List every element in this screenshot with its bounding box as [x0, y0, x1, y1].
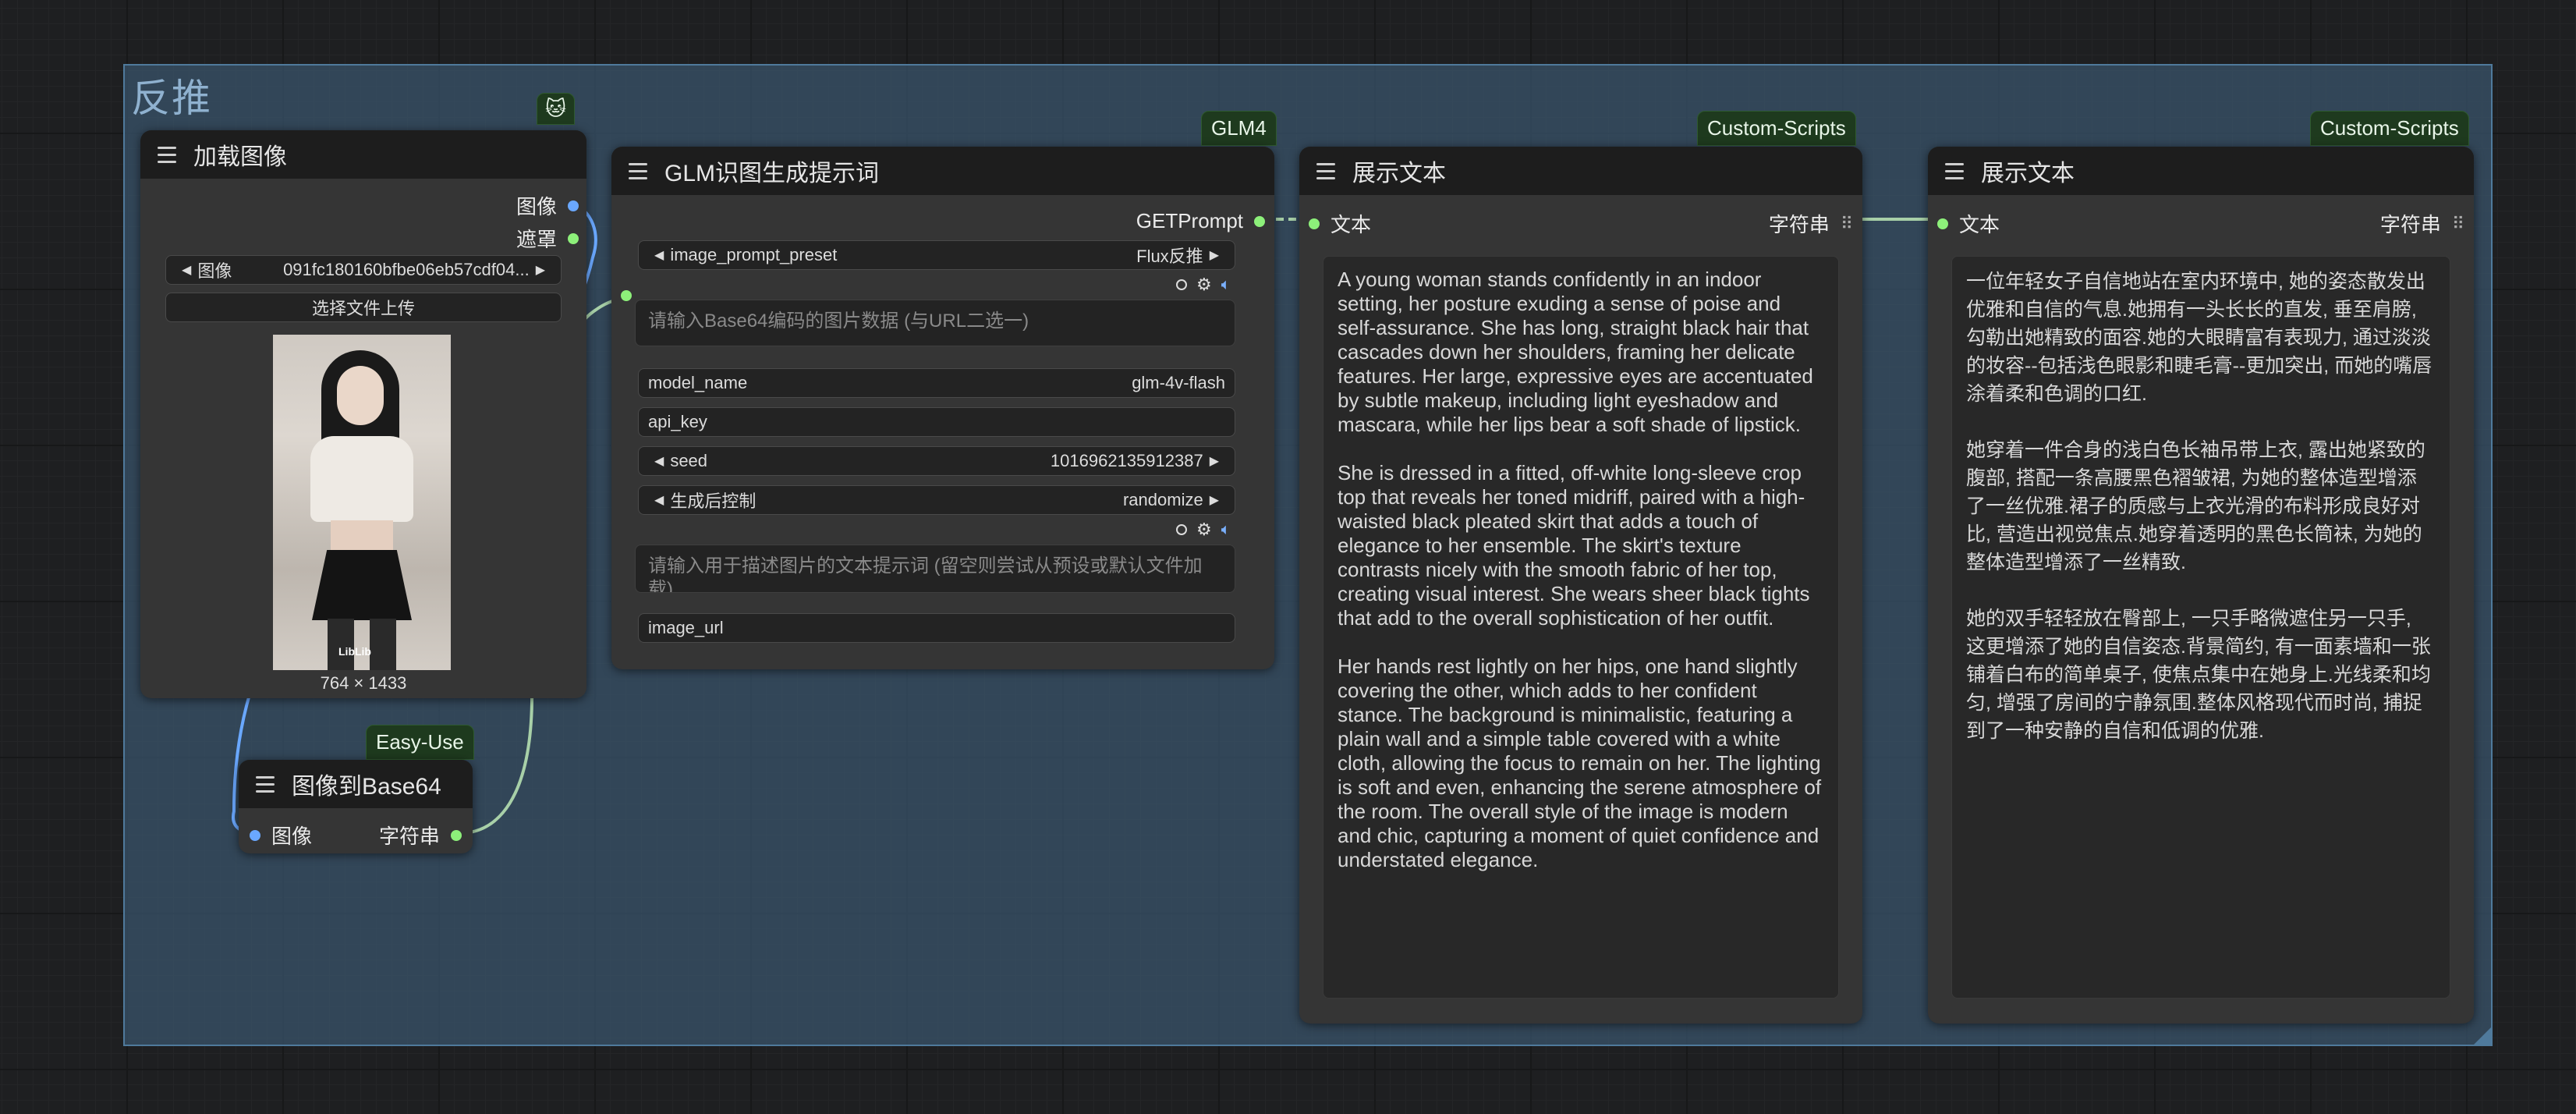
node-badge: Easy-Use [366, 725, 474, 760]
control-after-generate-widget[interactable]: ◀ 生成后控制 randomize ▶ [638, 485, 1235, 515]
circle-icon[interactable] [1176, 524, 1187, 535]
node-header[interactable]: 展示文本 [1299, 147, 1862, 195]
preset-label: image_prompt_preset [670, 245, 838, 264]
node-title: 展示文本 [1352, 161, 1446, 186]
node-badge: GLM4 [1201, 111, 1277, 146]
gear-icon[interactable]: ⚙ [1196, 276, 1212, 293]
menu-icon[interactable] [158, 146, 176, 163]
speaker-icon[interactable]: 🔈︎ [1221, 522, 1231, 537]
grid-handle-icon[interactable]: ⠿ [1841, 214, 1853, 234]
input-image-label: 图像 [271, 825, 313, 848]
display-textarea[interactable]: A young woman stands confidently in an i… [1323, 256, 1839, 999]
base64-textarea[interactable]: 请输入Base64编码的图片数据 (与URL二选一) [635, 300, 1235, 346]
input-image[interactable]: 图像 [250, 821, 312, 850]
output-mask-label: 遮罩 [516, 228, 557, 251]
node-header[interactable]: GLM识图生成提示词 [611, 147, 1274, 195]
image-size-caption: 764 × 1433 [320, 673, 407, 693]
node-badge-icon: 🐱 [537, 93, 576, 125]
node-badge: Custom-Scripts [2310, 111, 2469, 146]
decrement-arrow-icon[interactable]: ◀ [182, 262, 191, 278]
preset-select-widget[interactable]: ◀ image_prompt_preset Flux反推 ▶ [638, 240, 1235, 270]
model-name-value: glm-4v-flash [1132, 373, 1225, 392]
node-badge: Custom-Scripts [1697, 111, 1856, 146]
input-text[interactable]: 文本 [1937, 209, 2000, 238]
menu-icon[interactable] [1316, 162, 1335, 179]
node-header[interactable]: 图像到Base64 [239, 760, 473, 808]
gear-icon[interactable]: ⚙ [1196, 521, 1212, 538]
node-title: 加载图像 [193, 144, 287, 170]
node-header[interactable]: 展示文本 [1928, 147, 2474, 195]
input-text-label: 文本 [1959, 213, 2000, 236]
decrement-arrow-icon[interactable]: ◀ [654, 492, 664, 508]
upload-button[interactable]: 选择文件上传 [165, 293, 562, 322]
node-header[interactable]: 加载图像 [140, 130, 586, 179]
preset-value: Flux反推 [1136, 247, 1203, 266]
increment-arrow-icon[interactable]: ▶ [1210, 247, 1219, 263]
group-title[interactable]: 反推 [131, 67, 212, 123]
show-text-zh-node[interactable]: 展示文本 文本 字符串 ⠿ 一位年轻女子自信地站在室内环境中, 她的姿态散发出优… [1928, 147, 2474, 1024]
output-string[interactable]: 字符串 ⠿ [2380, 209, 2464, 238]
input-text-dot[interactable] [1937, 218, 1948, 229]
speaker-icon[interactable]: 🔈︎ [1221, 277, 1231, 293]
menu-icon[interactable] [629, 162, 647, 179]
image-select-widget[interactable]: ◀ 图像 091fc180160bfbe06eb57cdf04... ▶ [165, 255, 562, 285]
model-name-widget[interactable]: model_name glm-4v-flash [638, 368, 1235, 398]
input-base64-dot[interactable] [621, 290, 632, 301]
input-image-dot[interactable] [250, 829, 260, 841]
node-title: GLM识图生成提示词 [664, 161, 880, 186]
output-string-label: 字符串 [1768, 213, 1830, 236]
node-title: 图像到Base64 [292, 774, 441, 800]
output-string-dot[interactable] [451, 829, 462, 841]
seed-value: 1016962135912387 [1050, 451, 1203, 470]
output-getprompt[interactable]: GETPrompt [1136, 209, 1265, 233]
seed-widget[interactable]: ◀ seed 1016962135912387 ▶ [638, 446, 1235, 476]
output-string[interactable]: 字符串 [379, 821, 462, 850]
api-key-widget[interactable]: api_key [638, 407, 1235, 437]
seed-label: seed [670, 451, 708, 470]
api-key-label: api_key [648, 412, 707, 431]
input-text-dot[interactable] [1309, 218, 1320, 229]
output-image-dot[interactable] [568, 200, 579, 211]
prompt-tools: ⚙ 🔈︎ [1176, 521, 1231, 538]
output-string-label: 字符串 [2379, 213, 2441, 236]
menu-icon[interactable] [1945, 162, 1964, 179]
output-image[interactable]: 图像 [516, 191, 579, 220]
output-getprompt-label: GETPrompt [1136, 209, 1243, 232]
image-widget-value: 091fc180160bfbe06eb57cdf04... [283, 260, 530, 279]
image-url-label: image_url [648, 618, 724, 637]
input-text[interactable]: 文本 [1309, 209, 1371, 238]
output-mask[interactable]: 遮罩 [516, 224, 579, 253]
upload-button-label: 选择文件上传 [311, 299, 415, 318]
load-image-node[interactable]: 加载图像 图像 遮罩 ◀ 图像 091fc180160bfbe06eb57cdf… [140, 130, 586, 698]
node-title: 展示文本 [1981, 161, 2075, 186]
image-to-base64-node[interactable]: 图像到Base64 图像 字符串 [239, 760, 473, 853]
input-text-label: 文本 [1331, 213, 1372, 236]
preset-tools: ⚙ 🔈︎ [1176, 276, 1231, 293]
increment-arrow-icon[interactable]: ▶ [1210, 492, 1219, 508]
decrement-arrow-icon[interactable]: ◀ [654, 453, 664, 469]
output-image-label: 图像 [516, 195, 557, 218]
output-mask-dot[interactable] [568, 232, 579, 244]
output-getprompt-dot[interactable] [1254, 215, 1265, 227]
display-textarea[interactable]: 一位年轻女子自信地站在室内环境中, 她的姿态散发出优雅和自信的气息.她拥有一头长… [1951, 256, 2450, 999]
prompt-textarea[interactable]: 请输入用于描述图片的文本提示词 (留空则尝试从预设或默认文件加载) [635, 545, 1235, 593]
control-value: randomize [1122, 490, 1203, 509]
model-name-label: model_name [648, 373, 748, 392]
output-string[interactable]: 字符串 ⠿ [1769, 209, 1853, 238]
control-label: 生成后控制 [670, 491, 757, 511]
image-preview: LibLib [273, 335, 451, 670]
image-widget-label: 图像 [197, 261, 232, 281]
glm-prompt-node[interactable]: GLM识图生成提示词 GETPrompt ◀ image_prompt_pres… [611, 147, 1274, 669]
group-resize-handle[interactable] [2474, 1027, 2491, 1045]
increment-arrow-icon[interactable]: ▶ [1210, 453, 1219, 469]
decrement-arrow-icon[interactable]: ◀ [654, 247, 664, 263]
image-watermark: LibLib [338, 645, 371, 658]
circle-icon[interactable] [1176, 279, 1187, 290]
image-url-widget[interactable]: image_url [638, 613, 1235, 643]
grid-handle-icon[interactable]: ⠿ [2452, 214, 2464, 234]
output-string-label: 字符串 [378, 825, 440, 848]
increment-arrow-icon[interactable]: ▶ [536, 262, 545, 278]
menu-icon[interactable] [256, 775, 275, 793]
show-text-en-node[interactable]: 展示文本 文本 字符串 ⠿ A young woman stands confi… [1299, 147, 1862, 1024]
